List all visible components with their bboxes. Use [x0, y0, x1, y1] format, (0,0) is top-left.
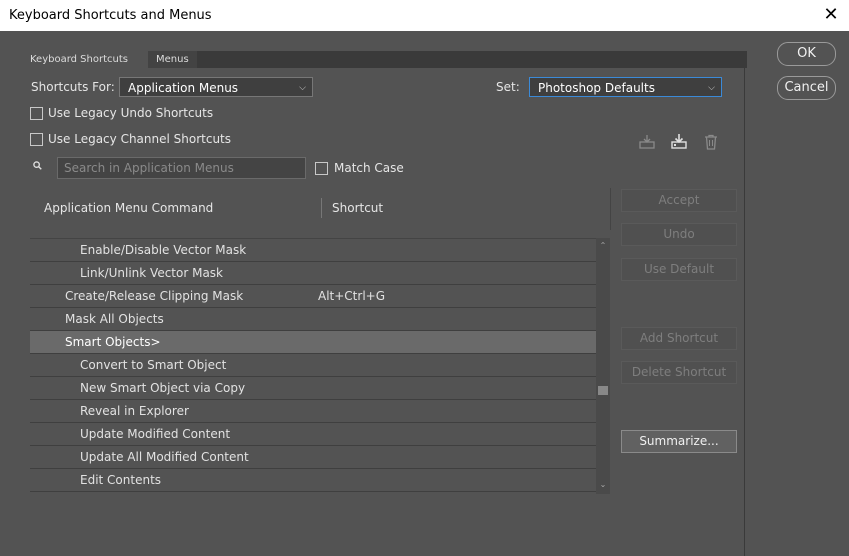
shortcuts-for-label: Shortcuts For: — [31, 80, 115, 94]
command-name: Enable/Disable Vector Mask — [80, 243, 247, 257]
vertical-scrollbar[interactable]: ⌃ ⌄ — [596, 238, 610, 494]
command-name: Update Modified Content — [80, 427, 231, 441]
shortcut-value[interactable]: Alt+Ctrl+G — [318, 285, 385, 308]
window-title: Keyboard Shortcuts and Menus — [9, 8, 212, 23]
set-value: Photoshop Defaults — [538, 81, 655, 95]
table-row[interactable]: Edit Contents — [30, 469, 596, 492]
legacy-undo-label: Use Legacy Undo Shortcuts — [48, 106, 214, 120]
panel-divider — [744, 51, 745, 556]
title-bar: Keyboard Shortcuts and Menus ✕ — [0, 0, 849, 31]
search-icon — [33, 161, 42, 170]
trash-icon[interactable] — [702, 133, 720, 151]
table-row[interactable]: Reveal in Explorer — [30, 400, 596, 423]
command-name: Create/Release Clipping Mask — [65, 289, 244, 303]
legacy-channel-label: Use Legacy Channel Shortcuts — [48, 132, 232, 146]
new-set-icon[interactable] — [670, 133, 688, 151]
accept-button[interactable]: Accept — [621, 189, 737, 212]
command-name: Convert to Smart Object — [80, 358, 227, 372]
command-name: Mask All Objects — [65, 312, 164, 326]
command-name: New Smart Object via Copy — [80, 381, 246, 395]
table-row[interactable]: New Smart Object via Copy — [30, 377, 596, 400]
set-select[interactable]: Photoshop Defaults ⌵ — [529, 77, 722, 97]
summarize-button[interactable]: Summarize... — [621, 430, 737, 453]
table-row[interactable]: Smart Objects> — [30, 331, 596, 354]
shortcuts-for-value: Application Menus — [128, 81, 239, 95]
save-set-icon[interactable] — [638, 133, 656, 151]
table-row[interactable]: Update Modified Content — [30, 423, 596, 446]
legacy-undo-checkbox[interactable] — [30, 107, 43, 120]
chevron-down-icon: ⌵ — [299, 83, 306, 93]
header-edge — [610, 188, 611, 230]
cancel-button[interactable]: Cancel — [777, 76, 836, 100]
use-default-button[interactable]: Use Default — [621, 258, 737, 281]
legacy-channel-checkbox[interactable] — [30, 133, 43, 146]
table-header: Application Menu Command Shortcut — [30, 188, 610, 228]
table-row[interactable]: Mask All Objects — [30, 308, 596, 331]
match-case-label: Match Case — [334, 161, 404, 175]
chevron-down-icon: ⌵ — [708, 83, 715, 93]
chevron-up-icon[interactable]: ⌃ — [596, 241, 610, 253]
tab-keyboard-shortcuts[interactable]: Keyboard Shortcuts — [22, 51, 148, 68]
column-separator — [321, 198, 322, 218]
table-row[interactable]: Convert to Smart Object — [30, 354, 596, 377]
chevron-down-icon[interactable]: ⌄ — [596, 480, 610, 492]
tab-menus[interactable]: Menus — [148, 51, 197, 68]
add-shortcut-button[interactable]: Add Shortcut — [621, 327, 737, 350]
table-row[interactable]: Enable/Disable Vector Mask — [30, 239, 596, 262]
command-name: Smart Objects> — [65, 335, 161, 349]
command-name: Update All Modified Content — [80, 450, 249, 464]
table-row[interactable]: Link/Unlink Vector Mask — [30, 262, 596, 285]
undo-button[interactable]: Undo — [621, 223, 737, 246]
column-header-command: Application Menu Command — [44, 201, 214, 215]
command-name: Edit Contents — [80, 473, 162, 487]
command-name: Reveal in Explorer — [80, 404, 189, 418]
command-list: Enable/Disable Vector Mask Link/Unlink Ve… — [30, 238, 596, 495]
table-row[interactable]: Update All Modified Content — [30, 446, 596, 469]
match-case-checkbox[interactable] — [315, 162, 328, 175]
set-label: Set: — [496, 80, 520, 94]
shortcuts-for-select[interactable]: Application Menus ⌵ — [119, 77, 313, 97]
search-input[interactable]: Search in Application Menus — [57, 157, 306, 179]
command-name: Link/Unlink Vector Mask — [80, 266, 224, 280]
delete-shortcut-button[interactable]: Delete Shortcut — [621, 361, 737, 384]
ok-button[interactable]: OK — [777, 42, 836, 66]
scrollbar-thumb[interactable] — [598, 386, 608, 395]
tab-strip: Keyboard Shortcuts Menus — [22, 51, 747, 68]
close-icon[interactable]: ✕ — [821, 5, 841, 25]
table-row[interactable]: Create/Release Clipping Mask Alt+Ctrl+G — [30, 285, 596, 308]
column-header-shortcut: Shortcut — [332, 201, 384, 215]
